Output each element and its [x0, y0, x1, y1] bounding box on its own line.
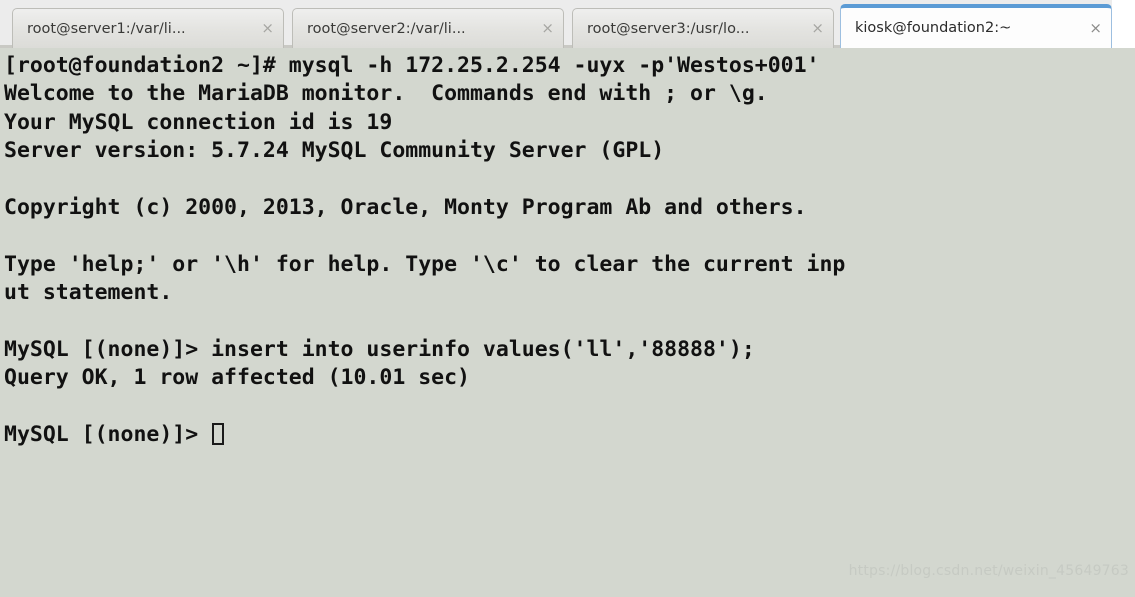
terminal-line: Copyright (c) 2000, 2013, Oracle, Monty … [4, 194, 807, 220]
close-icon[interactable]: × [1089, 20, 1102, 36]
tab-kiosk-foundation2[interactable]: kiosk@foundation2:~ × [840, 4, 1112, 48]
terminal-output-area[interactable]: [root@foundation2 ~]# mysql -h 172.25.2.… [0, 48, 1135, 597]
terminal-line: Your MySQL connection id is 19 [4, 109, 393, 135]
close-icon[interactable]: × [541, 21, 554, 36]
text-cursor [212, 423, 225, 446]
watermark: https://blog.csdn.net/weixin_45649763 [848, 563, 1129, 579]
terminal-line: Server version: 5.7.24 MySQL Community S… [4, 138, 665, 164]
terminal-line: ut statement. [4, 280, 173, 306]
terminal-prompt-line[interactable]: MySQL [(none)]> [4, 421, 1135, 449]
terminal-line: Welcome to the MariaDB monitor. Commands… [4, 81, 768, 107]
tab-label: root@server2:/var/li... [307, 20, 466, 37]
prompt-text: MySQL [(none)]> [4, 422, 212, 448]
tab-label: kiosk@foundation2:~ [855, 20, 1012, 36]
tab-label: root@server3:/usr/lo... [587, 20, 750, 37]
tab-bar: root@server1:/var/li... × root@server2:/… [0, 0, 1135, 48]
tab-label: root@server1:/var/li... [27, 20, 186, 37]
terminal-window: root@server1:/var/li... × root@server2:/… [0, 0, 1135, 597]
close-icon[interactable]: × [261, 21, 274, 36]
terminal-line: MySQL [(none)]> insert into userinfo val… [4, 336, 755, 362]
terminal-line: [root@foundation2 ~]# mysql -h 172.25.2.… [4, 53, 820, 78]
close-icon[interactable]: × [811, 21, 824, 36]
tab-bar-right-cap [1112, 0, 1135, 48]
terminal-line: Query OK, 1 row affected (10.01 sec) [4, 365, 470, 391]
terminal-line: Type 'help;' or '\h' for help. Type '\c'… [4, 251, 846, 277]
tab-root-server3[interactable]: root@server3:/usr/lo... × [572, 8, 834, 48]
tab-root-server2[interactable]: root@server2:/var/li... × [292, 8, 564, 48]
tab-root-server1[interactable]: root@server1:/var/li... × [12, 8, 284, 48]
